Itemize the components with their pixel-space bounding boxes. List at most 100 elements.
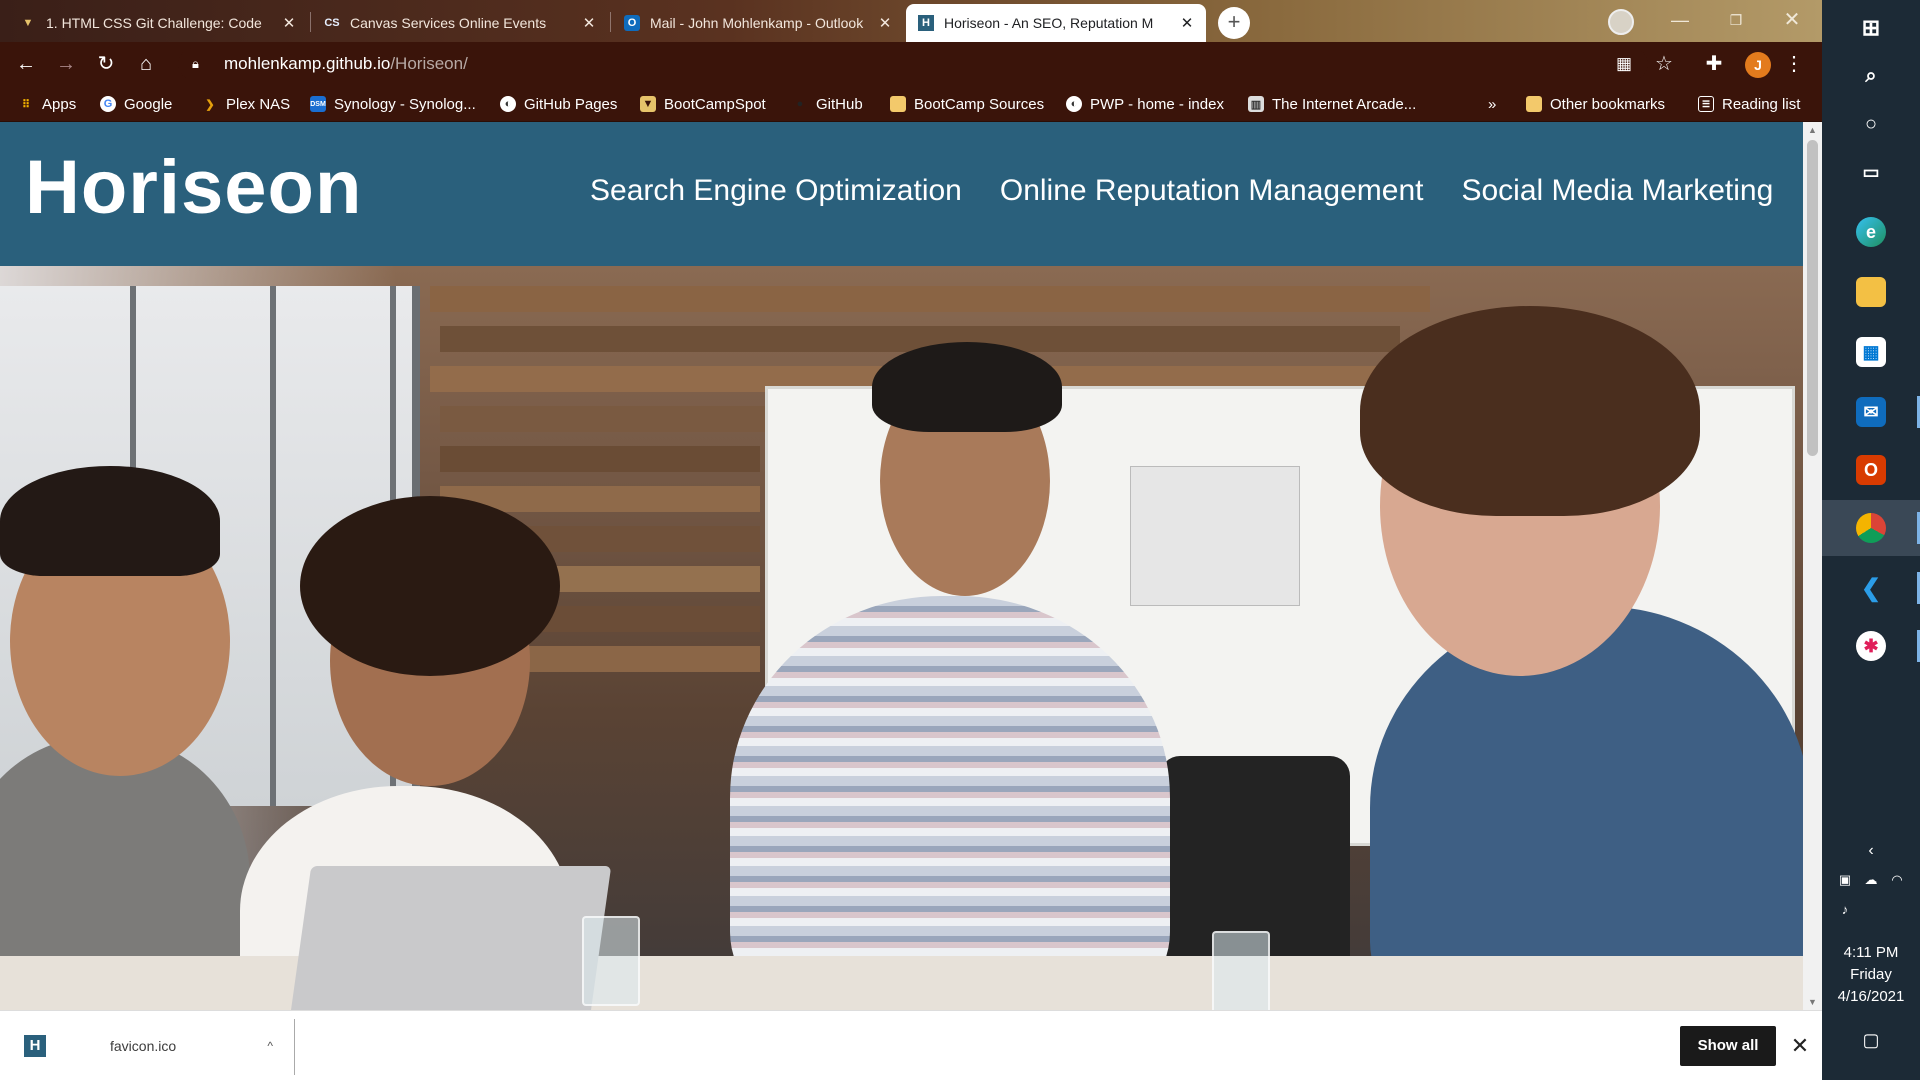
bookmark-label: Reading list: [1722, 95, 1801, 113]
slack-icon: ✱: [1856, 631, 1886, 661]
tab-outlook-mail[interactable]: O Mail - John Mohlenkamp - Outlook ✕: [612, 4, 904, 42]
taskbar-mail[interactable]: ✉: [1822, 384, 1920, 440]
taskbar-slack[interactable]: ✱: [1822, 618, 1920, 674]
cs-logo-icon: CS: [324, 17, 340, 29]
bookmark-label: Apps: [42, 95, 77, 113]
download-item[interactable]: H favicon.ico ^: [0, 1017, 295, 1075]
taskbar-office[interactable]: O: [1822, 442, 1920, 498]
person-hair: [300, 496, 560, 676]
close-icon[interactable]: ✕: [1178, 14, 1196, 32]
tab-strip: ▼ 1. HTML CSS Git Challenge: Code ✕ CS C…: [0, 0, 1822, 42]
close-icon[interactable]: ✕: [580, 14, 598, 32]
other-bookmarks[interactable]: Other bookmarks: [1526, 86, 1665, 122]
taskbar-task-view[interactable]: ▭: [1822, 144, 1920, 200]
tab-horiseon[interactable]: H Horiseon - An SEO, Reputation M ✕: [906, 4, 1206, 42]
qr-code-icon[interactable]: ▦: [1610, 50, 1638, 78]
tab-html-css-challenge[interactable]: ▼ 1. HTML CSS Git Challenge: Code ✕: [8, 4, 308, 42]
volume-icon[interactable]: ♪: [1834, 902, 1856, 917]
bookmark-label: Other bookmarks: [1550, 95, 1666, 113]
chevron-left-icon[interactable]: ‹: [1852, 842, 1890, 860]
bookmark-apps[interactable]: ⠿ Apps: [18, 86, 76, 122]
person-hair: [0, 466, 220, 576]
taskbar-chrome[interactable]: [1822, 500, 1920, 556]
close-icon[interactable]: ✕: [1788, 1029, 1812, 1063]
taskbar-vscode[interactable]: ❮: [1822, 560, 1920, 616]
google-icon: G: [100, 96, 116, 112]
scroll-down-arrow-icon[interactable]: ▼: [1803, 994, 1822, 1010]
reload-icon[interactable]: ↻: [92, 50, 120, 78]
bookmark-label: GitHub: [816, 95, 863, 113]
clock-time: 4:11 PM: [1843, 944, 1899, 961]
tab-search-icon[interactable]: [1608, 9, 1634, 35]
site-logo[interactable]: Horiseon: [25, 144, 362, 231]
back-icon[interactable]: ←: [12, 50, 40, 78]
window-close-icon[interactable]: ✕: [1772, 6, 1812, 34]
bookmark-plex-nas[interactable]: ❯ Plex NAS: [202, 86, 290, 122]
close-icon[interactable]: ✕: [280, 14, 298, 32]
restore-icon[interactable]: ❐: [1716, 6, 1756, 34]
bookmark-label: Plex NAS: [226, 95, 291, 113]
horiseon-h-icon: H: [24, 1035, 46, 1057]
vscode-icon: ❮: [1860, 574, 1882, 602]
vertical-scrollbar[interactable]: ▲ ▼: [1803, 122, 1822, 1010]
tab-title: Canvas Services Online Events: [350, 15, 547, 31]
onedrive-cloud-icon[interactable]: ☁: [1860, 872, 1882, 888]
bookmarks-overflow-button[interactable]: »: [1488, 86, 1496, 122]
extensions-icon[interactable]: ✚: [1700, 50, 1728, 78]
tab-title: Horiseon - An SEO, Reputation M: [944, 15, 1154, 31]
wood-plank: [430, 286, 1430, 312]
bookmark-internet-arcade[interactable]: ▥ The Internet Arcade...: [1248, 86, 1416, 122]
nav-social-media-marketing[interactable]: Social Media Marketing: [1461, 174, 1773, 208]
taskbar-file-explorer[interactable]: [1822, 264, 1920, 320]
taskbar-edge[interactable]: e: [1822, 204, 1920, 260]
bookmark-github[interactable]: ● GitHub: [792, 86, 863, 122]
minimize-icon[interactable]: —: [1660, 6, 1700, 34]
close-icon[interactable]: ✕: [876, 14, 894, 32]
tab-title: 1. HTML CSS Git Challenge: Code: [46, 15, 262, 31]
forward-icon[interactable]: →: [52, 50, 80, 78]
globe-icon: ◐: [500, 96, 516, 112]
bookmark-bootcamp-sources[interactable]: BootCamp Sources: [890, 86, 1044, 122]
chrome-menu-icon[interactable]: ⋮: [1780, 50, 1808, 78]
wifi-icon[interactable]: ◠: [1886, 872, 1908, 888]
water-glass: [1212, 931, 1270, 1010]
folder-icon: [890, 96, 906, 112]
bookmark-synology[interactable]: DSM Synology - Synolog...: [310, 86, 476, 122]
mail-icon: ✉: [1856, 397, 1886, 427]
notifications-icon[interactable]: ▢: [1858, 1030, 1884, 1051]
bookmark-google[interactable]: G Google: [100, 86, 172, 122]
tab-divider: [610, 12, 611, 32]
show-all-button[interactable]: Show all: [1680, 1026, 1776, 1066]
url-host: mohlenkamp.github.io: [224, 54, 391, 73]
scrollbar-thumb[interactable]: [1807, 140, 1818, 456]
bookmark-bootcampspot[interactable]: ▼ BootCampSpot: [640, 86, 766, 122]
chevron-up-icon[interactable]: ^: [267, 1039, 273, 1053]
meet-now-icon[interactable]: ▣: [1834, 872, 1856, 888]
download-file-name: favicon.ico: [110, 1038, 177, 1054]
address-bar[interactable]: 🔒︎ mohlenkamp.github.io/Horiseon/: [178, 48, 1648, 80]
water-glass: [582, 916, 640, 1006]
edge-icon: e: [1856, 217, 1886, 247]
bookmark-github-pages[interactable]: ◐ GitHub Pages: [500, 86, 617, 122]
tab-canvas-services[interactable]: CS Canvas Services Online Events ✕: [312, 4, 608, 42]
system-clock[interactable]: 4:11 PM Friday 4/16/2021: [1822, 942, 1920, 1008]
hero-image: [0, 266, 1803, 1010]
nav-online-reputation-management[interactable]: Online Reputation Management: [1000, 174, 1424, 208]
bookmark-star-icon[interactable]: ☆: [1650, 50, 1678, 78]
chrome-icon: [1856, 513, 1886, 543]
nav-search-engine-optimization[interactable]: Search Engine Optimization: [590, 174, 962, 208]
taskbar-store[interactable]: ▦: [1822, 324, 1920, 380]
windows-logo-icon: ⊞: [1861, 15, 1881, 40]
lock-icon[interactable]: 🔒︎: [192, 56, 208, 72]
home-icon[interactable]: ⌂: [132, 50, 160, 78]
person-hair: [1360, 306, 1700, 516]
profile-avatar[interactable]: J: [1745, 52, 1771, 78]
folder-icon: [1856, 277, 1886, 307]
new-tab-button[interactable]: +: [1218, 7, 1250, 39]
bookmark-label: Google: [124, 95, 173, 113]
bookmark-pwp[interactable]: ◐ PWP - home - index: [1066, 86, 1224, 122]
scroll-up-arrow-icon[interactable]: ▲: [1803, 122, 1822, 138]
bookmark-label: PWP - home - index: [1090, 95, 1224, 113]
person-striped-shirt: [730, 596, 1170, 1010]
reading-list[interactable]: ☰ Reading list: [1698, 86, 1800, 122]
